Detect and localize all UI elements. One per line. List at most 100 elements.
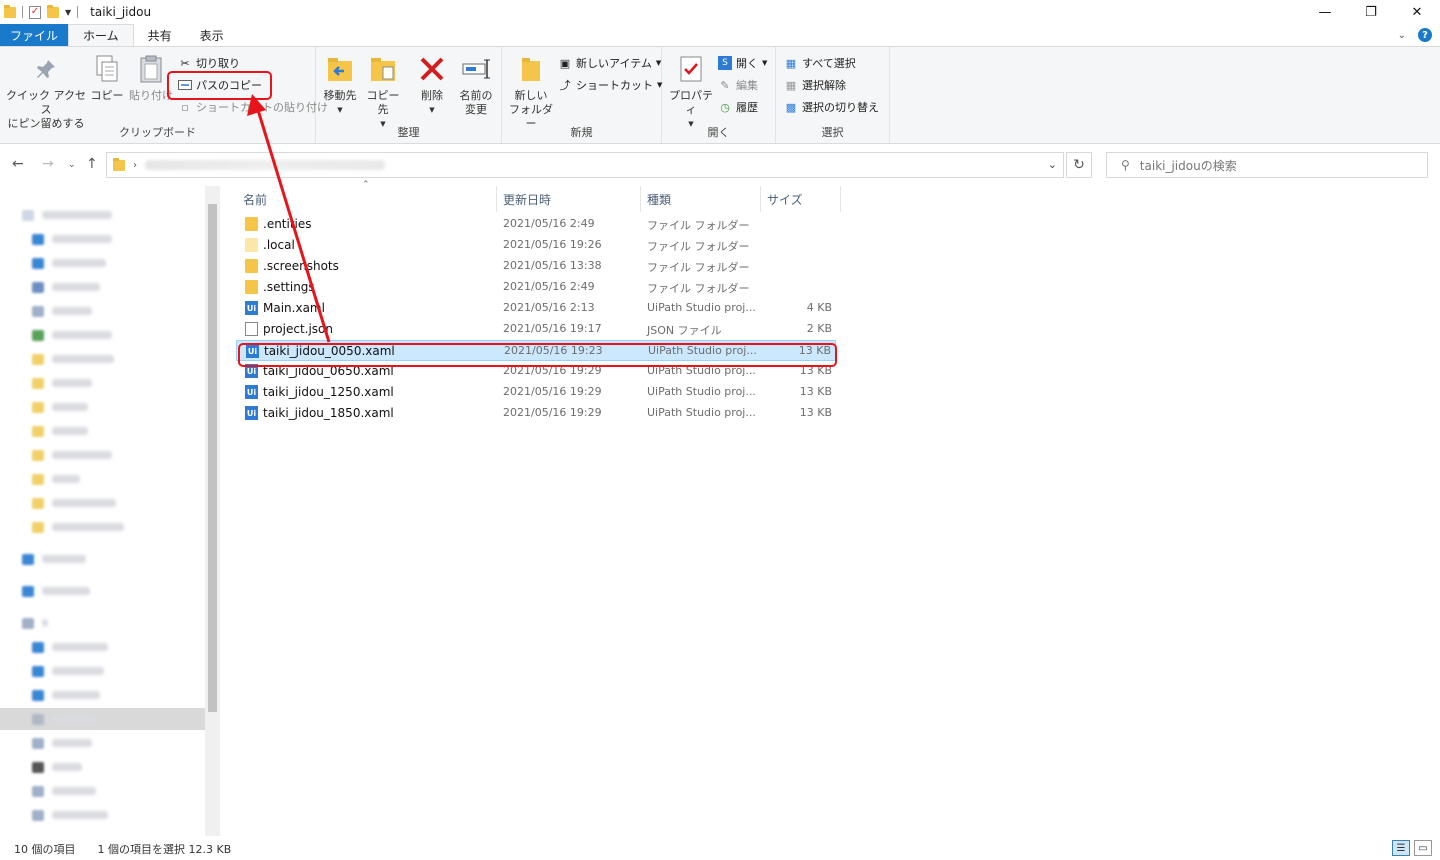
edit-button[interactable]: ✎ 編集 <box>718 77 758 93</box>
column-header-size[interactable]: サイズ <box>767 186 837 212</box>
divider[interactable] <box>760 186 761 212</box>
nav-item-blurred[interactable] <box>22 584 90 598</box>
forward-arrow-icon[interactable]: → <box>42 156 54 172</box>
nav-item-blurred[interactable] <box>22 616 48 630</box>
chevron-down-icon[interactable]: ▼ <box>65 8 71 17</box>
nav-selected-item[interactable] <box>0 708 205 730</box>
tab-file[interactable]: ファイル <box>0 24 69 46</box>
pin-icon <box>30 53 62 85</box>
open-button[interactable]: S 開く ▼ <box>718 55 767 71</box>
nav-item-blurred[interactable] <box>32 280 100 294</box>
nav-item-blurred[interactable] <box>32 328 112 342</box>
rename-label-1: 名前の <box>459 89 493 102</box>
file-row[interactable]: .screenshots 2021/05/16 13:38 ファイル フォルダー <box>236 256 836 277</box>
file-row[interactable]: Ui Main.xaml 2021/05/16 2:13 UiPath Studio … <box>236 298 836 319</box>
invert-selection-button[interactable]: ▩ 選択の切り替え <box>784 99 879 115</box>
column-header-name[interactable]: 名前 <box>243 186 493 212</box>
help-icon[interactable]: ? <box>1418 28 1432 42</box>
nav-item-blurred[interactable] <box>32 448 112 462</box>
file-row[interactable]: .local 2021/05/16 19:26 ファイル フォルダー <box>236 235 836 256</box>
file-name: Main.xaml <box>263 301 325 315</box>
easy-access-button[interactable]: ⤴ ショートカット ▼ <box>558 77 663 93</box>
nav-item-icon <box>32 305 44 317</box>
nav-item-label-blurred <box>52 811 108 819</box>
nav-item-blurred[interactable] <box>32 400 88 414</box>
new-item-label: 新しいアイテム <box>576 57 652 70</box>
tab-home[interactable]: ホーム <box>68 24 134 46</box>
chevron-down-icon[interactable]: ⌄ <box>1048 158 1057 171</box>
divider[interactable] <box>640 186 641 212</box>
nav-item-label-blurred <box>52 739 92 747</box>
delete-button[interactable]: 削除 ▼ <box>412 53 452 117</box>
copy-to-button[interactable]: コピー先 ▼ <box>362 53 404 131</box>
scrollbar-thumb[interactable] <box>208 204 217 712</box>
move-to-button[interactable]: 移動先 ▼ <box>320 53 360 117</box>
pin-to-quick-access-button[interactable]: クイック アクセス にピン留めする <box>6 53 86 131</box>
file-name: taiki_jidou_1850.xaml <box>263 406 394 420</box>
nav-item-blurred[interactable] <box>32 352 114 366</box>
nav-item-blurred[interactable] <box>22 552 86 566</box>
file-row[interactable]: .entities 2021/05/16 2:49 ファイル フォルダー <box>236 214 836 235</box>
copy-button[interactable]: コピー <box>90 53 124 103</box>
up-arrow-icon[interactable]: ↑ <box>86 156 98 172</box>
nav-item-blurred[interactable] <box>32 232 112 246</box>
nav-item-blurred[interactable] <box>32 376 92 390</box>
title-bar: ✓ ▼ taiki_jidou — ❐ ✕ <box>0 0 1440 24</box>
file-row[interactable]: Ui taiki_jidou_1250.xaml 2021/05/16 19:29 U… <box>236 382 836 403</box>
large-icons-view-icon[interactable]: ▭ <box>1414 840 1432 856</box>
nav-item-blurred[interactable] <box>32 664 104 678</box>
file-size: 13 KB <box>799 385 832 398</box>
file-row[interactable]: .settings 2021/05/16 2:49 ファイル フォルダー <box>236 277 836 298</box>
nav-item-blurred[interactable] <box>32 808 108 822</box>
nav-item-blurred[interactable] <box>32 784 96 798</box>
back-arrow-icon[interactable]: ← <box>12 156 24 172</box>
nav-item-label-blurred <box>52 403 88 411</box>
restore-button[interactable]: ❐ <box>1348 0 1394 24</box>
nav-item-blurred[interactable] <box>32 688 100 702</box>
tab-share[interactable]: 共有 <box>134 24 186 46</box>
select-none-button[interactable]: ▦ 選択解除 <box>784 77 846 93</box>
nav-item-blurred[interactable] <box>32 640 108 654</box>
file-row[interactable]: project.json 2021/05/16 19:17 JSON ファイル 2 K… <box>236 319 836 340</box>
nav-scrollbar[interactable] <box>205 186 220 836</box>
tab-view[interactable]: 表示 <box>186 24 238 46</box>
properties-icon[interactable]: ✓ <box>29 5 41 19</box>
new-folder-button[interactable]: 新しい フォルダー <box>506 53 556 131</box>
column-header-date[interactable]: 更新日時 <box>503 186 639 212</box>
nav-item-blurred[interactable] <box>32 520 124 534</box>
column-header-type[interactable]: 種類 <box>647 186 759 212</box>
divider[interactable] <box>840 186 841 212</box>
address-bar[interactable]: › ⌄ <box>106 152 1064 178</box>
nav-item-icon <box>32 641 44 653</box>
nav-item-blurred[interactable] <box>32 424 88 438</box>
nav-item-blurred[interactable] <box>32 736 92 750</box>
close-button[interactable]: ✕ <box>1394 0 1440 24</box>
nav-item-blurred[interactable] <box>32 304 92 318</box>
nav-item-blurred[interactable] <box>32 496 116 510</box>
search-input[interactable]: ⚲ taiki_jidouの検索 <box>1106 152 1428 178</box>
new-item-button[interactable]: ▣ 新しいアイテム ▼ <box>558 55 662 71</box>
file-type: JSON ファイル <box>647 324 722 337</box>
file-name: project.json <box>263 322 333 336</box>
minimize-button[interactable]: — <box>1302 0 1348 24</box>
chevron-down-icon[interactable]: ⌄ <box>1398 30 1406 41</box>
file-row[interactable]: Ui taiki_jidou_1850.xaml 2021/05/16 19:29 U… <box>236 403 836 424</box>
nav-item-blurred[interactable] <box>22 208 112 222</box>
details-view-icon[interactable]: ☰ <box>1392 840 1410 856</box>
history-button[interactable]: ◷ 履歴 <box>718 99 758 115</box>
paste-shortcut-button[interactable]: ▫ ショートカットの貼り付け <box>178 99 328 115</box>
nav-item-blurred[interactable] <box>32 760 82 774</box>
rename-label-2: 変更 <box>465 103 487 116</box>
chevron-down-icon[interactable]: ⌄ <box>68 160 76 170</box>
refresh-button[interactable]: ↻ <box>1066 152 1092 178</box>
nav-item-icon <box>32 473 44 485</box>
properties-button[interactable]: プロパティ ▼ <box>666 53 716 131</box>
nav-item-blurred[interactable] <box>32 712 98 726</box>
new-folder-icon[interactable] <box>47 4 59 18</box>
nav-item-blurred[interactable] <box>32 472 80 486</box>
nav-item-blurred[interactable] <box>32 256 106 270</box>
divider[interactable] <box>496 186 497 212</box>
rename-button[interactable]: 名前の 変更 <box>454 53 498 117</box>
cut-button[interactable]: ✂ 切り取り <box>178 55 240 71</box>
select-all-button[interactable]: ▦ すべて選択 <box>784 55 856 71</box>
